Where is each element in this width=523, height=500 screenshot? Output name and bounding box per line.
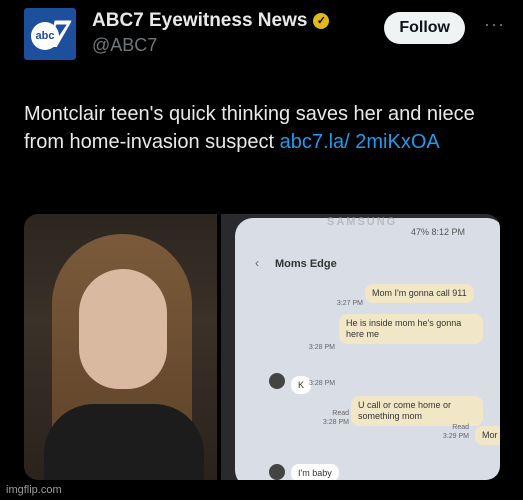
conversation-name: Moms Edge — [275, 258, 337, 270]
account-avatar[interactable]: abc 7 — [24, 8, 76, 60]
watermark: imgflip.com — [6, 484, 62, 496]
shirt-shape — [44, 404, 204, 480]
phone-photo: SAMSUNG 47% 8:12 PM ‹ Moms Edge Mom I'm … — [221, 214, 500, 480]
message-time: 3:27 PM — [336, 300, 363, 307]
phone-brand: SAMSUNG — [327, 216, 398, 228]
account-handle[interactable]: @ABC7 — [92, 35, 329, 56]
display-name[interactable]: ABC7 Eyewitness News ✓ — [92, 10, 330, 32]
tweet-media[interactable]: SAMSUNG 47% 8:12 PM ‹ Moms Edge Mom I'm … — [24, 214, 500, 480]
message-time: 3:28 PM — [308, 344, 335, 351]
more-options-icon[interactable]: ··· — [484, 14, 505, 35]
account-names: ABC7 Eyewitness News ✓ @ABC7 — [92, 10, 330, 56]
verified-badge-icon: ✓ — [313, 13, 330, 29]
message-time: 3:29 PM — [442, 433, 469, 440]
message-read-status: Read — [452, 424, 469, 431]
tweet-link[interactable]: abc7.la/ 2miKxOA — [280, 131, 440, 153]
message-bubble: Mom I'm gonna call 911 — [365, 284, 474, 303]
message-bubble: U call or come home or something mom — [351, 396, 483, 426]
tweet-text: Montclair teen's quick thinking saves he… — [24, 100, 494, 156]
message-bubble: Mor — [475, 426, 500, 445]
phone-status-bar: 47% 8:12 PM — [410, 227, 465, 237]
teen-photo — [24, 214, 217, 480]
contact-avatar — [269, 373, 285, 389]
phone-screen: SAMSUNG 47% 8:12 PM ‹ Moms Edge Mom I'm … — [235, 216, 500, 480]
message-bubble-incoming: I'm baby — [291, 464, 339, 480]
message-bubble: He is inside mom he's gonna here me — [339, 314, 483, 344]
contact-avatar — [269, 464, 285, 480]
tweet-header: abc 7 ABC7 Eyewitness News ✓ @ABC7 Follow… — [24, 8, 505, 60]
avatar-logo-seven: 7 — [50, 11, 70, 56]
face-shape — [79, 269, 167, 389]
message-time: 3:28 PM — [309, 380, 336, 387]
message-bubble-incoming: K — [291, 376, 312, 394]
message-read-status: Read — [332, 410, 349, 417]
follow-button[interactable]: Follow — [384, 12, 465, 44]
display-name-text[interactable]: ABC7 Eyewitness News — [92, 10, 307, 31]
message-time: 3:28 PM — [322, 419, 349, 426]
back-arrow-icon: ‹ — [255, 256, 259, 270]
